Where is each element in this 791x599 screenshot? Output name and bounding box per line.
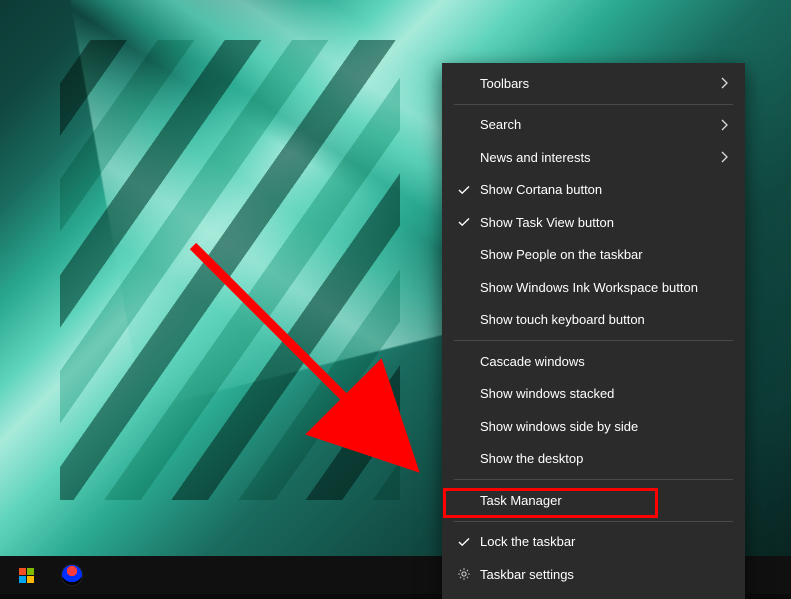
menu-item-cascade-windows[interactable]: Cascade windows <box>442 345 745 378</box>
blank-icon <box>454 449 474 469</box>
chevron-right-icon <box>717 119 731 131</box>
blank-icon <box>454 490 474 510</box>
menu-item-show-touch-keyboard[interactable]: Show touch keyboard button <box>442 304 745 337</box>
menu-item-label: Task Manager <box>474 493 731 508</box>
menu-item-task-manager[interactable]: Task Manager <box>442 484 745 517</box>
menu-item-show-desktop[interactable]: Show the desktop <box>442 443 745 476</box>
blank-icon <box>454 115 474 135</box>
menu-item-label: Show Windows Ink Workspace button <box>474 280 731 295</box>
blank-icon <box>454 277 474 297</box>
menu-item-label: Toolbars <box>474 76 717 91</box>
menu-item-show-people[interactable]: Show People on the taskbar <box>442 239 745 272</box>
start-button[interactable] <box>4 556 48 594</box>
blank-icon <box>454 245 474 265</box>
menu-item-label: Show windows stacked <box>474 386 731 401</box>
menu-item-show-cortana[interactable]: Show Cortana button <box>442 174 745 207</box>
menu-separator <box>454 104 733 105</box>
menu-item-label: Show Task View button <box>474 215 731 230</box>
blank-icon <box>454 310 474 330</box>
menu-item-label: Show touch keyboard button <box>474 312 731 327</box>
menu-item-show-task-view[interactable]: Show Task View button <box>442 206 745 239</box>
menu-separator <box>454 340 733 341</box>
menu-item-label: Show windows side by side <box>474 419 731 434</box>
check-icon <box>454 532 474 552</box>
chevron-right-icon <box>717 151 731 163</box>
menu-item-show-ink-workspace[interactable]: Show Windows Ink Workspace button <box>442 271 745 304</box>
menu-separator <box>454 479 733 480</box>
chevron-right-icon <box>717 77 731 89</box>
app-icon <box>61 564 83 586</box>
taskbar-context-menu: Toolbars Search News and interests Show … <box>442 63 745 599</box>
menu-item-label: News and interests <box>474 150 717 165</box>
check-icon <box>454 180 474 200</box>
menu-item-windows-side-by-side[interactable]: Show windows side by side <box>442 410 745 443</box>
menu-item-label: Show People on the taskbar <box>474 247 731 262</box>
menu-separator <box>454 521 733 522</box>
menu-item-label: Show Cortana button <box>474 182 731 197</box>
blank-icon <box>454 351 474 371</box>
menu-item-label: Show the desktop <box>474 451 731 466</box>
blank-icon <box>454 147 474 167</box>
menu-item-lock-taskbar[interactable]: Lock the taskbar <box>442 526 745 559</box>
blank-icon <box>454 384 474 404</box>
menu-item-toolbars[interactable]: Toolbars <box>442 67 745 100</box>
menu-item-label: Cascade windows <box>474 354 731 369</box>
gear-icon <box>454 564 474 584</box>
menu-item-label: Search <box>474 117 717 132</box>
menu-item-label: Lock the taskbar <box>474 534 731 549</box>
blank-icon <box>454 73 474 93</box>
check-icon <box>454 212 474 232</box>
windows-logo-icon <box>19 568 34 583</box>
menu-item-windows-stacked[interactable]: Show windows stacked <box>442 378 745 411</box>
menu-item-news-interests[interactable]: News and interests <box>442 141 745 174</box>
menu-item-taskbar-settings[interactable]: Taskbar settings <box>442 558 745 591</box>
taskbar-app-button[interactable] <box>50 556 94 594</box>
menu-item-label: Taskbar settings <box>474 567 731 582</box>
menu-item-search[interactable]: Search <box>442 109 745 142</box>
blank-icon <box>454 416 474 436</box>
